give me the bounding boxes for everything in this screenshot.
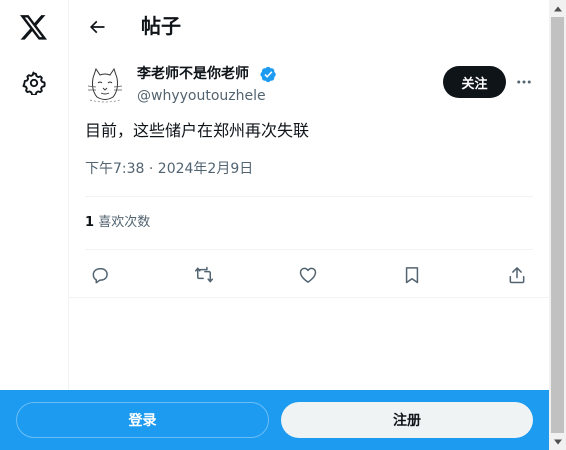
login-prompt-bar: 登录 注册 bbox=[0, 390, 549, 450]
like-button[interactable] bbox=[291, 258, 325, 292]
arrow-left-icon bbox=[89, 20, 105, 34]
post: 李老师不是你老师 @whyyoutouzhele 关注 目前，这些储户在郑州再次… bbox=[69, 54, 549, 298]
verified-badge-icon bbox=[260, 66, 276, 83]
login-button[interactable]: 登录 bbox=[16, 402, 269, 438]
author-handle[interactable]: @whyyoutouzhele bbox=[137, 87, 266, 105]
bookmark-button[interactable] bbox=[395, 258, 429, 292]
author-name[interactable]: 李老师不是你老师 bbox=[137, 65, 249, 83]
main-column: 帖子 李老师不是你老师 @whyyoutouzhele 关注 目前，这些储户在郑… bbox=[69, 0, 549, 450]
ellipsis-icon bbox=[517, 80, 531, 84]
top-bar: 帖子 bbox=[69, 0, 549, 54]
share-icon bbox=[509, 267, 525, 284]
post-text: 目前，这些储户在郑州再次失联 bbox=[85, 121, 310, 140]
x-logo-icon bbox=[20, 15, 48, 40]
repost-button[interactable] bbox=[187, 258, 221, 292]
post-timestamp[interactable]: 下午7:38 · 2024年2月9日 bbox=[85, 160, 253, 178]
divider bbox=[85, 196, 533, 197]
likes-count-row[interactable]: 1 喜欢次数 bbox=[85, 214, 150, 231]
more-button[interactable] bbox=[510, 68, 538, 96]
likes-label: 喜欢次数 bbox=[98, 215, 151, 230]
gear-icon bbox=[22, 71, 46, 95]
settings-button[interactable] bbox=[14, 63, 54, 103]
reply-icon bbox=[92, 268, 108, 284]
follow-button[interactable]: 关注 bbox=[443, 66, 506, 98]
scroll-down-arrow-icon[interactable] bbox=[549, 433, 566, 450]
share-button[interactable] bbox=[500, 258, 534, 292]
cat-sketch-avatar-icon bbox=[85, 64, 125, 104]
page-title: 帖子 bbox=[141, 14, 181, 38]
post-actions bbox=[69, 250, 549, 298]
left-nav bbox=[0, 0, 69, 450]
likes-count: 1 bbox=[85, 215, 95, 230]
reply-button[interactable] bbox=[83, 258, 117, 292]
app-window: 帖子 李老师不是你老师 @whyyoutouzhele 关注 目前，这些储户在郑… bbox=[0, 0, 566, 450]
heart-icon bbox=[299, 267, 317, 283]
bookmark-icon bbox=[405, 267, 419, 284]
scroll-up-arrow-icon[interactable] bbox=[549, 0, 566, 17]
avatar[interactable] bbox=[85, 64, 125, 104]
repost-icon bbox=[194, 266, 214, 283]
vertical-scrollbar[interactable] bbox=[549, 0, 566, 450]
back-button[interactable] bbox=[79, 9, 115, 45]
x-logo-link[interactable] bbox=[14, 8, 54, 48]
signup-button[interactable]: 注册 bbox=[281, 402, 533, 438]
scrollbar-thumb[interactable] bbox=[551, 17, 564, 433]
